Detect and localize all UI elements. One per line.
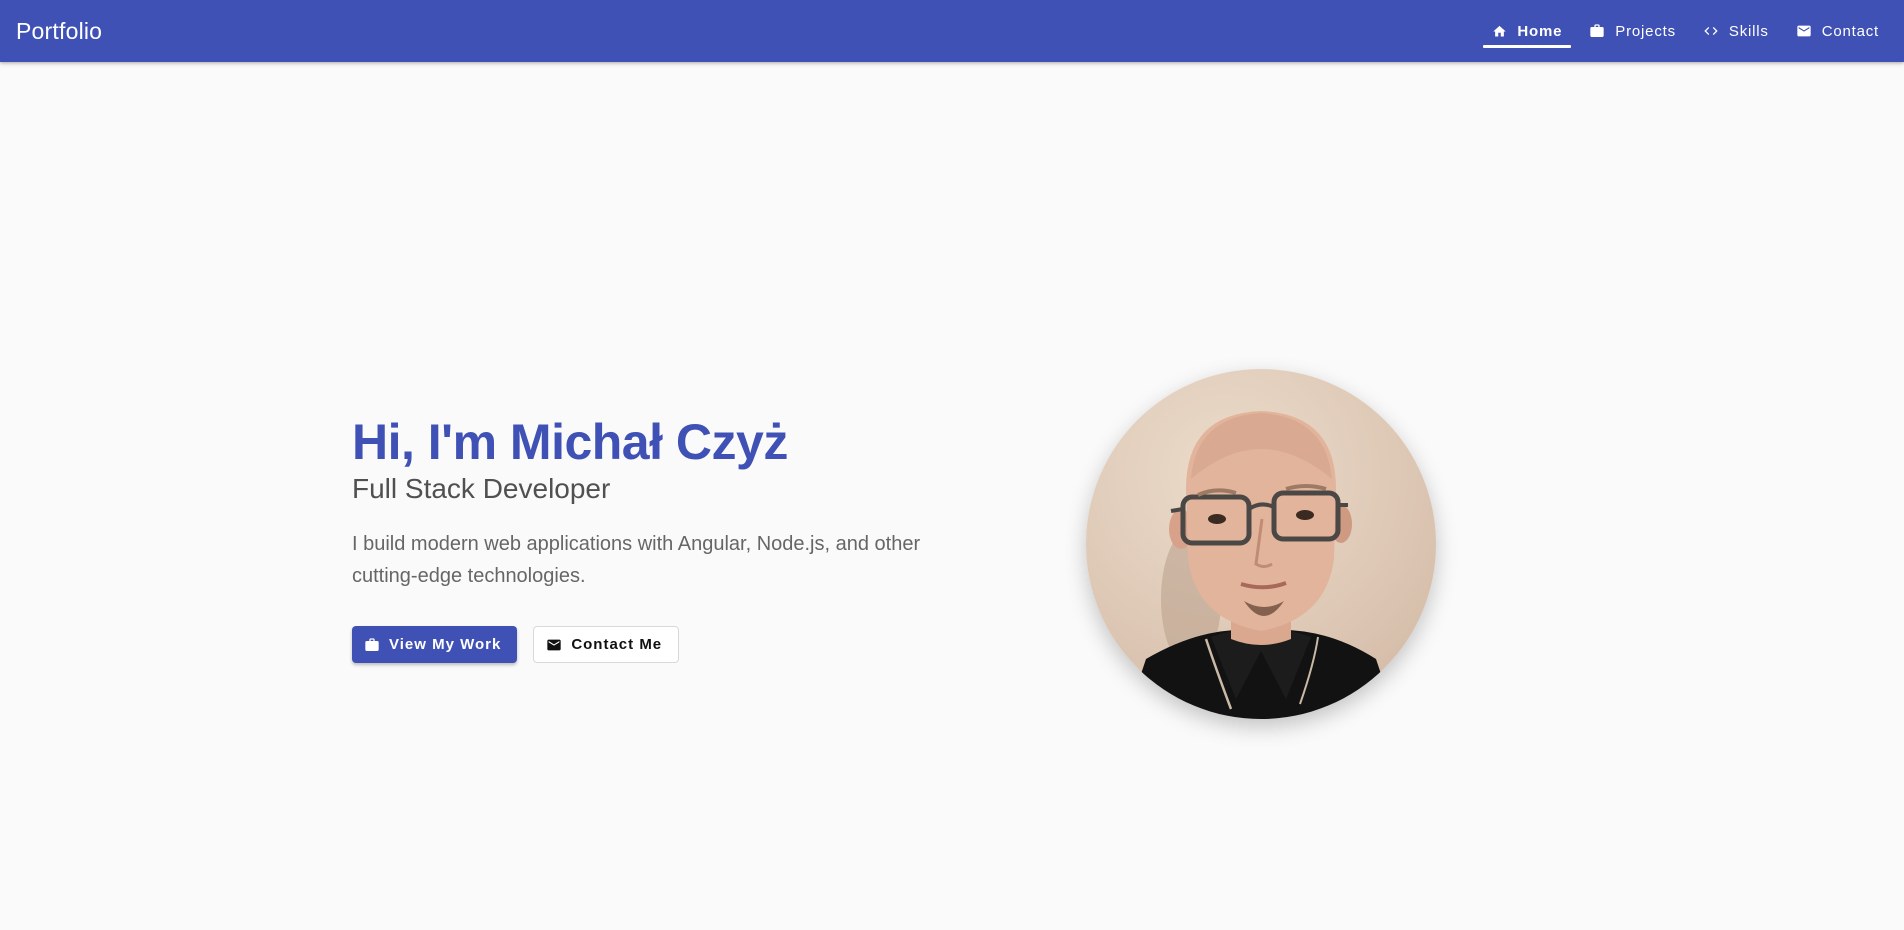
- mail-icon: [1796, 23, 1812, 39]
- hero-actions: View My Work Contact Me: [352, 626, 972, 663]
- main-nav: Home Projects Skills Contact: [1474, 0, 1888, 62]
- brand-title[interactable]: Portfolio: [16, 18, 102, 45]
- profile-photo: [1086, 369, 1436, 719]
- mail-icon: [546, 637, 562, 653]
- briefcase-icon: [1589, 23, 1605, 39]
- nav-contact[interactable]: Contact: [1787, 0, 1888, 62]
- hero-intro: I build modern web applications with Ang…: [352, 533, 921, 587]
- nav-projects-label: Projects: [1615, 22, 1676, 40]
- briefcase-icon: [364, 637, 380, 653]
- top-toolbar: Portfolio Home Projects Skills Contact: [0, 0, 1904, 62]
- nav-home[interactable]: Home: [1483, 0, 1572, 62]
- hero-role: Full Stack Developer: [352, 473, 611, 504]
- hero-text: Hi, I'm Michał Czyż Full Stack Developer…: [352, 412, 972, 663]
- portrait-illustration: [1126, 411, 1396, 719]
- nav-home-label: Home: [1517, 22, 1563, 40]
- nav-skills-label: Skills: [1728, 22, 1769, 40]
- home-icon: [1492, 24, 1507, 39]
- code-icon: [1703, 23, 1719, 39]
- hero-greeting: Hi, I'm Michał Czyż: [352, 414, 788, 470]
- nav-skills[interactable]: Skills: [1694, 0, 1778, 62]
- nav-contact-label: Contact: [1821, 22, 1879, 40]
- nav-projects[interactable]: Projects: [1580, 0, 1685, 62]
- view-my-work-button[interactable]: View My Work: [352, 626, 518, 663]
- contact-me-button[interactable]: Contact Me: [533, 626, 680, 663]
- view-my-work-label: View My Work: [389, 636, 502, 653]
- contact-me-label: Contact Me: [571, 636, 663, 653]
